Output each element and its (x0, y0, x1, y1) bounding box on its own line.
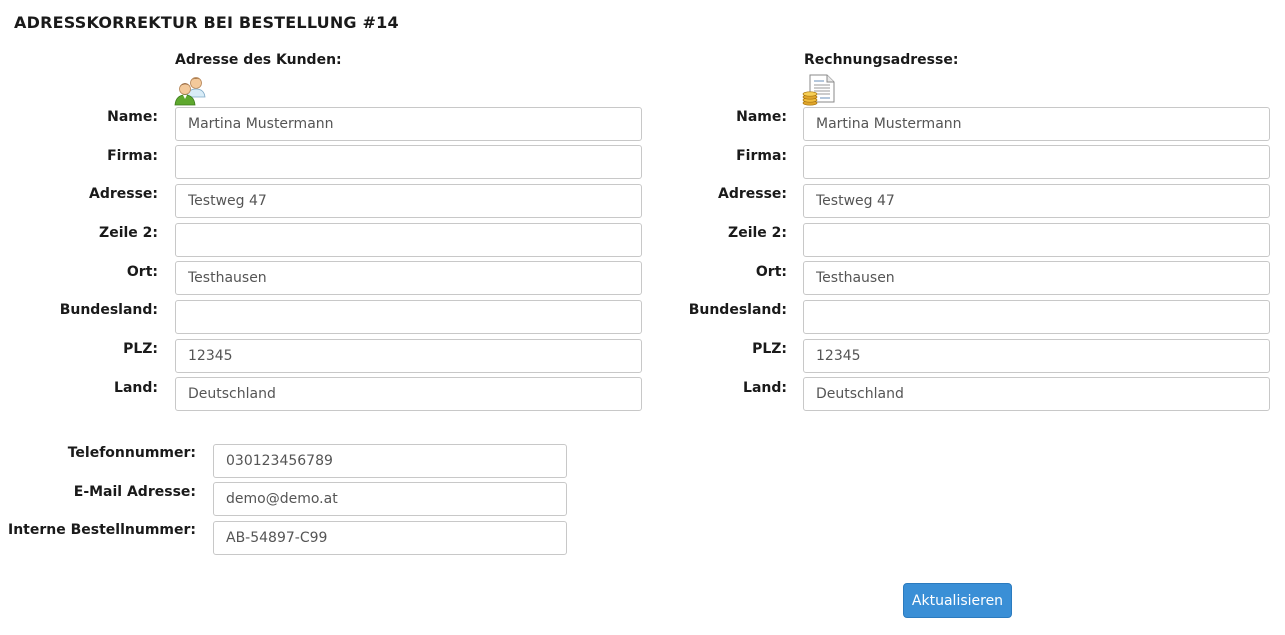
customer-zeile2-label: Zeile 2: (99, 225, 158, 241)
customer-plz-label: PLZ: (123, 341, 158, 357)
customer-name-input[interactable] (175, 107, 642, 141)
billing-zeile2-label: Zeile 2: (728, 225, 787, 241)
billing-ort-input[interactable] (803, 261, 1270, 295)
billing-bundesland-label: Bundesland: (688, 302, 787, 318)
bestellnummer-input[interactable] (213, 521, 567, 555)
billing-ort-label: Ort: (755, 264, 787, 280)
billing-plz-input[interactable] (803, 339, 1270, 373)
billing-plz-label: PLZ: (752, 341, 787, 357)
customers-icon (174, 74, 208, 106)
customer-land-label: Land: (114, 380, 158, 396)
billing-name-label: Name: (736, 109, 787, 125)
billing-land-label: Land: (743, 380, 787, 396)
customer-name-label: Name: (107, 109, 158, 125)
customer-firma-input[interactable] (175, 145, 642, 179)
telefon-input[interactable] (213, 444, 567, 478)
billing-firma-input[interactable] (803, 145, 1270, 179)
customer-adresse-label: Adresse: (88, 186, 158, 202)
billing-address-heading: Rechnungsadresse: (804, 52, 959, 68)
email-input[interactable] (213, 482, 567, 516)
customer-land-input[interactable] (175, 377, 642, 411)
customer-bundesland-input[interactable] (175, 300, 642, 334)
update-button[interactable]: Aktualisieren (903, 583, 1012, 618)
customer-ort-label: Ort: (126, 264, 158, 280)
customer-ort-input[interactable] (175, 261, 642, 295)
customer-adresse-input[interactable] (175, 184, 642, 218)
billing-zeile2-input[interactable] (803, 223, 1270, 257)
billing-firma-label: Firma: (736, 148, 787, 164)
customer-plz-input[interactable] (175, 339, 642, 373)
customer-bundesland-label: Bundesland: (59, 302, 158, 318)
billing-adresse-input[interactable] (803, 184, 1270, 218)
billing-adresse-label: Adresse: (717, 186, 787, 202)
billing-bundesland-input[interactable] (803, 300, 1270, 334)
billing-land-input[interactable] (803, 377, 1270, 411)
customer-firma-label: Firma: (107, 148, 158, 164)
invoice-coins-icon (802, 74, 836, 106)
email-label: E-Mail Adresse: (73, 484, 196, 500)
page-title: ADRESSKORREKTUR BEI BESTELLUNG #14 (14, 13, 399, 32)
customer-zeile2-input[interactable] (175, 223, 642, 257)
customer-address-heading: Adresse des Kunden: (175, 52, 342, 68)
telefon-label: Telefonnummer: (67, 445, 196, 461)
billing-name-input[interactable] (803, 107, 1270, 141)
bestellnummer-label: Interne Bestellnummer: (8, 522, 196, 538)
